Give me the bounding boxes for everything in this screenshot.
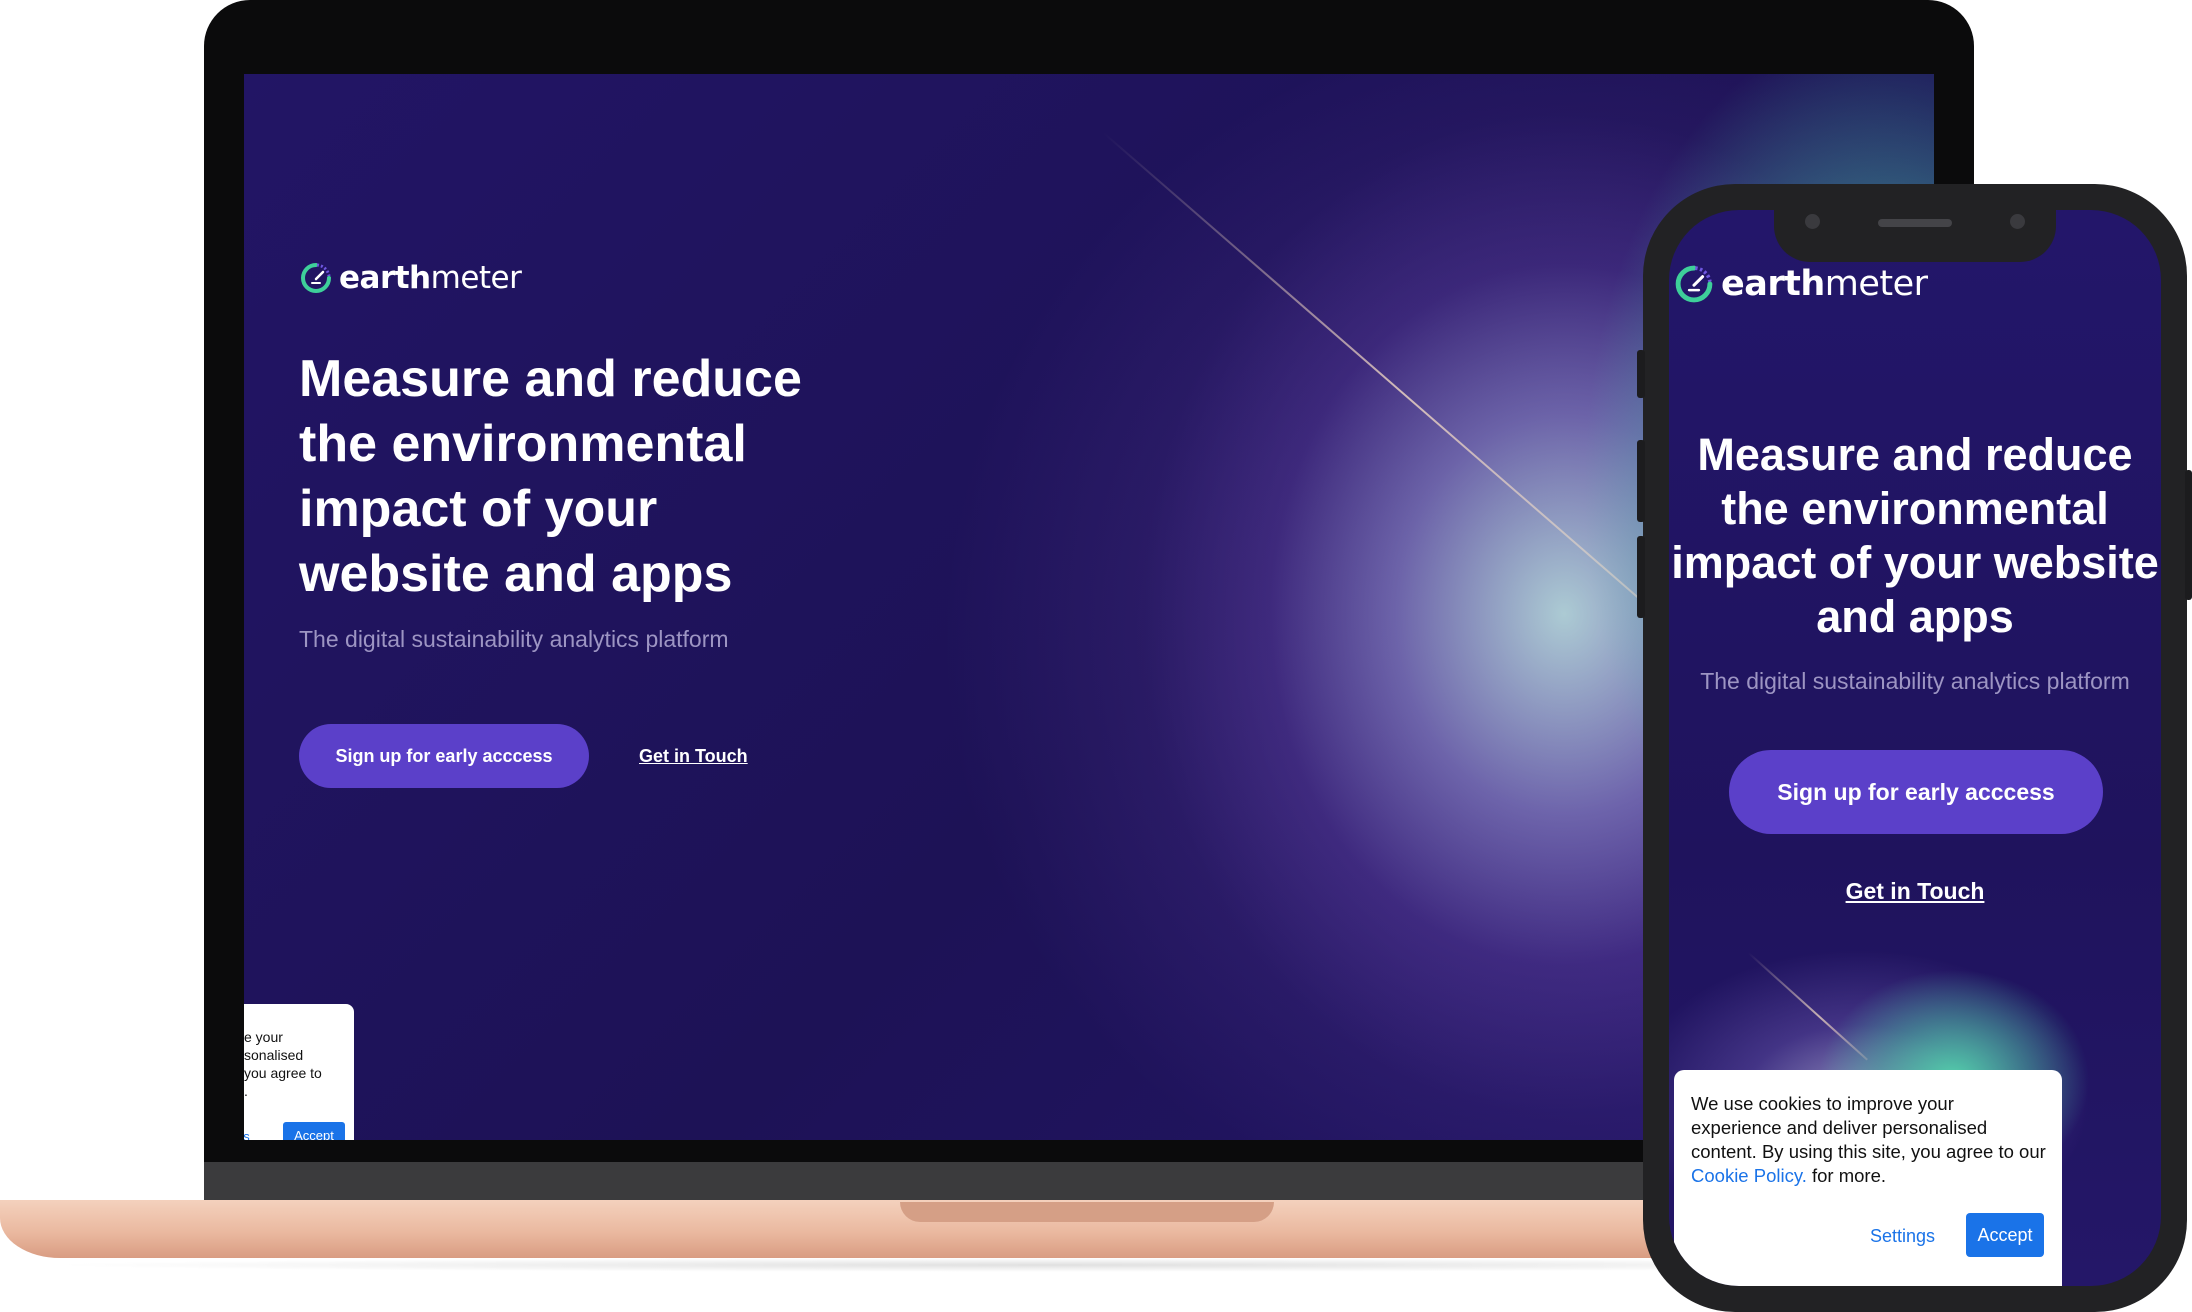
signup-button[interactable]: Sign up for early acccess xyxy=(1729,750,2103,834)
cookie-text-line: sonalised xyxy=(244,1047,304,1063)
hero-headline: Measure and reduce the environmental imp… xyxy=(299,350,802,603)
cookie-accept-button[interactable]: Accept xyxy=(1966,1213,2044,1257)
brand-logo[interactable]: earthmeter xyxy=(1673,262,1928,306)
cookie-banner: We use cookies to improve your experienc… xyxy=(1674,1070,2062,1286)
phone-side-button xyxy=(1637,440,1645,522)
earthmeter-gauge-icon xyxy=(1675,265,1713,303)
light-streak-decoration xyxy=(1747,952,1868,1061)
cookie-banner: e your sonalised you agree to . gs Accep… xyxy=(244,1004,354,1140)
get-in-touch-link[interactable]: Get in Touch xyxy=(639,746,748,767)
brand-wordmark: earthmeter xyxy=(339,260,522,296)
cookie-settings-link[interactable]: Settings xyxy=(1870,1224,1935,1248)
brand-wordmark: earthmeter xyxy=(1721,264,1928,304)
phone-sensor xyxy=(2010,214,2025,229)
phone-side-button xyxy=(1637,536,1645,618)
phone-speaker xyxy=(1878,219,1952,227)
cookie-policy-link[interactable]: Cookie Policy. xyxy=(1691,1165,1807,1186)
cookie-text-line: . xyxy=(244,1083,248,1099)
get-in-touch-link[interactable]: Get in Touch xyxy=(1669,878,2161,905)
phone-side-button xyxy=(1637,350,1645,398)
phone-camera xyxy=(1805,214,1820,229)
cookie-text-line: you agree to xyxy=(244,1065,322,1081)
cookie-accept-button[interactable]: Accept xyxy=(283,1122,345,1140)
cookie-text-line: e your xyxy=(244,1029,283,1045)
hero-subtitle: The digital sustainability analytics pla… xyxy=(299,626,729,652)
hero-subtitle: The digital sustainability analytics pla… xyxy=(1700,668,2130,694)
hero-headline: Measure and reduce the environmental imp… xyxy=(1671,429,2159,642)
earthmeter-gauge-icon xyxy=(301,263,331,293)
brand-logo[interactable]: earthmeter xyxy=(299,260,522,296)
signup-button[interactable]: Sign up for early acccess xyxy=(299,724,589,788)
phone-screen: earthmeter Measure and reduce the enviro… xyxy=(1669,210,2161,1286)
phone-side-button xyxy=(2185,470,2192,600)
laptop-hinge-notch xyxy=(900,1202,1274,1222)
cookie-message: We use cookies to improve your experienc… xyxy=(1691,1093,2046,1186)
cookie-settings-link[interactable]: gs xyxy=(244,1128,250,1140)
